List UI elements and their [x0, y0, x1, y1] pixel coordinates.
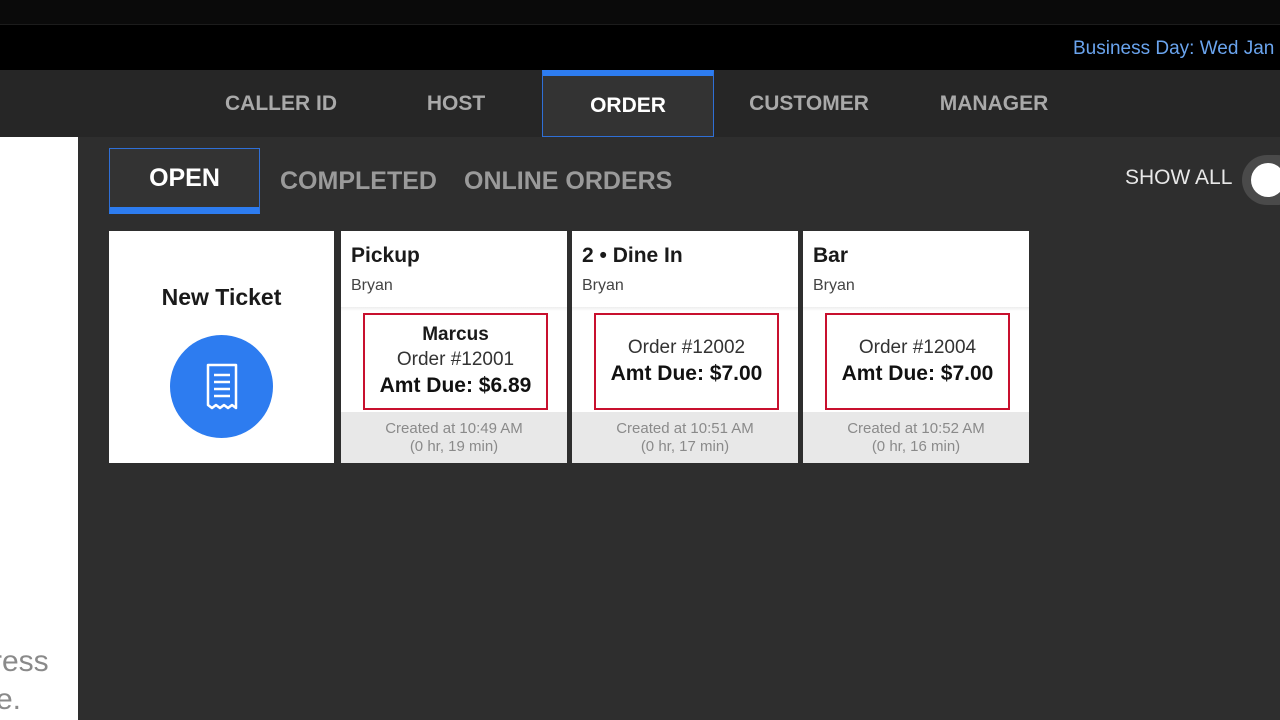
tab-host[interactable]: HOST: [370, 70, 542, 137]
ticket-amount-due: Amt Due: $7.00: [841, 362, 994, 385]
ticket-created: Created at 10:51 AM: [616, 419, 754, 437]
subtab-online-orders[interactable]: ONLINE ORDERS: [464, 148, 672, 214]
ticket-amount-due: Amt Due: $6.89: [379, 374, 532, 397]
ticket-summary: Marcus Order #12001 Amt Due: $6.89: [363, 313, 548, 410]
ticket-server: Bryan: [582, 277, 624, 294]
toggle-knob: [1251, 163, 1280, 197]
ticket-elapsed: (0 hr, 16 min): [871, 437, 961, 455]
subtab-open[interactable]: OPEN: [109, 148, 260, 214]
tab-order[interactable]: ORDER: [542, 70, 714, 137]
ticket-order-number: Order #12001: [396, 349, 515, 370]
ticket-card[interactable]: 2 • Dine In Bryan Order #12002 Amt Due: …: [572, 231, 798, 463]
ticket-amount-due: Amt Due: $7.00: [610, 362, 763, 385]
ticket-type: Pickup: [351, 244, 420, 267]
top-bar: Business Day: Wed Jan: [0, 24, 1280, 70]
ticket-order-number: Order #12004: [858, 337, 977, 358]
ticket-customer: Marcus: [422, 324, 489, 345]
side-panel: ress e.: [0, 137, 78, 720]
ticket-server: Bryan: [813, 277, 855, 294]
ticket-summary: Order #12002 Amt Due: $7.00: [594, 313, 779, 410]
business-day-label: Business Day: Wed Jan: [1073, 38, 1275, 59]
ticket-footer: Created at 10:49 AM (0 hr, 19 min): [341, 412, 567, 463]
ticket-footer: Created at 10:52 AM (0 hr, 16 min): [803, 412, 1029, 463]
divider: [341, 307, 567, 311]
tab-customer[interactable]: CUSTOMER: [718, 70, 900, 137]
ticket-created: Created at 10:49 AM: [385, 419, 523, 437]
ticket-card[interactable]: Pickup Bryan Marcus Order #12001 Amt Due…: [341, 231, 567, 463]
ticket-card[interactable]: Bar Bryan Order #12004 Amt Due: $7.00 Cr…: [803, 231, 1029, 463]
show-all-toggle[interactable]: [1242, 155, 1280, 205]
main-nav: CALLER ID HOST ORDER CUSTOMER MANAGER: [0, 70, 1280, 137]
tab-caller-id[interactable]: CALLER ID: [195, 70, 367, 137]
ticket-server: Bryan: [351, 277, 393, 294]
tab-manager[interactable]: MANAGER: [908, 70, 1080, 137]
ticket-footer: Created at 10:51 AM (0 hr, 17 min): [572, 412, 798, 463]
ticket-type: Bar: [813, 244, 849, 267]
status-strip: [0, 0, 1280, 24]
pos-screen: Business Day: Wed Jan CALLER ID HOST ORD…: [0, 0, 1280, 720]
show-all-label: SHOW ALL: [1125, 166, 1233, 189]
ticket-type: 2 • Dine In: [582, 244, 683, 267]
ticket-summary: Order #12004 Amt Due: $7.00: [825, 313, 1010, 410]
new-ticket-label: New Ticket: [161, 284, 282, 310]
side-panel-text: ress: [0, 645, 49, 678]
new-ticket-button[interactable]: New Ticket: [109, 231, 334, 463]
ticket-created: Created at 10:52 AM: [847, 419, 985, 437]
receipt-icon: [170, 335, 273, 438]
ticket-elapsed: (0 hr, 17 min): [640, 437, 730, 455]
divider: [803, 307, 1029, 311]
ticket-order-number: Order #12002: [627, 337, 746, 358]
subtab-completed[interactable]: COMPLETED: [280, 148, 437, 214]
side-panel-text: e.: [0, 683, 22, 716]
divider: [572, 307, 798, 311]
ticket-elapsed: (0 hr, 19 min): [409, 437, 499, 455]
